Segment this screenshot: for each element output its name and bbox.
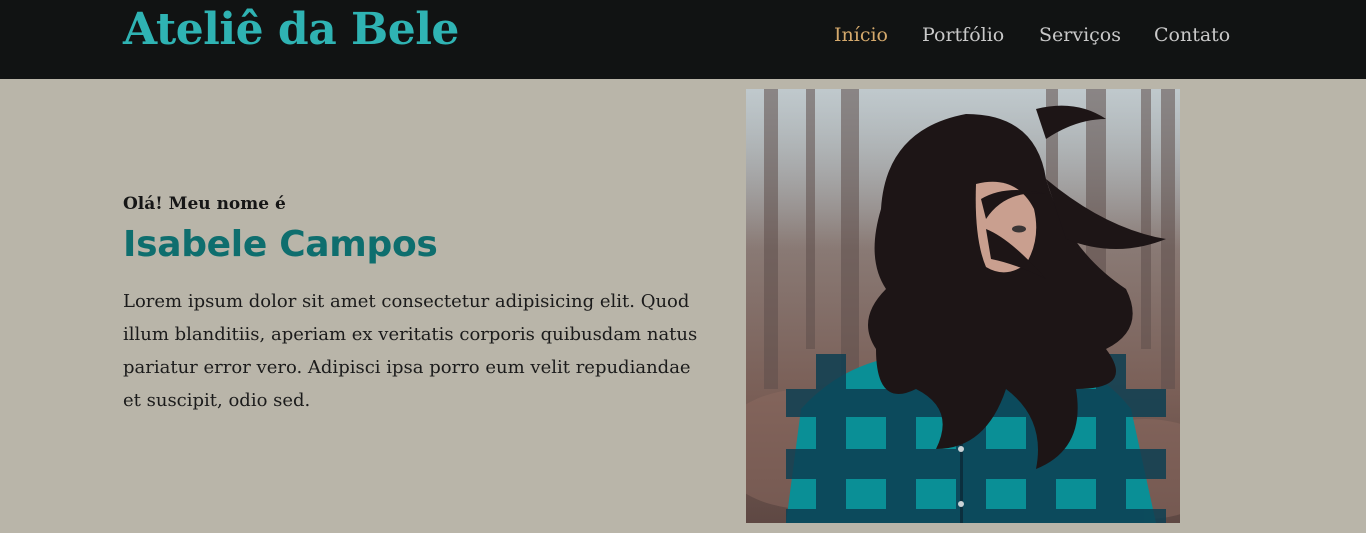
nav-link-portfolio[interactable]: Portfólio bbox=[922, 24, 1004, 46]
site-header: Ateliê da Bele Início Portfólio Serviços… bbox=[0, 0, 1366, 79]
main-nav: Início Portfólio Serviços Contato bbox=[0, 24, 1366, 54]
hero-greeting: Olá! Meu nome é bbox=[123, 194, 286, 214]
nav-link-servicos[interactable]: Serviços bbox=[1039, 24, 1121, 46]
nav-link-inicio[interactable]: Início bbox=[834, 24, 888, 46]
hero-intro: Olá! Meu nome é Isabele Campos Lorem ips… bbox=[123, 191, 698, 417]
profile-photo bbox=[746, 89, 1180, 523]
hero-bio: Lorem ipsum dolor sit amet consectetur a… bbox=[123, 291, 698, 411]
nav-link-contato[interactable]: Contato bbox=[1154, 24, 1230, 46]
hero-name: Isabele Campos bbox=[123, 224, 438, 265]
